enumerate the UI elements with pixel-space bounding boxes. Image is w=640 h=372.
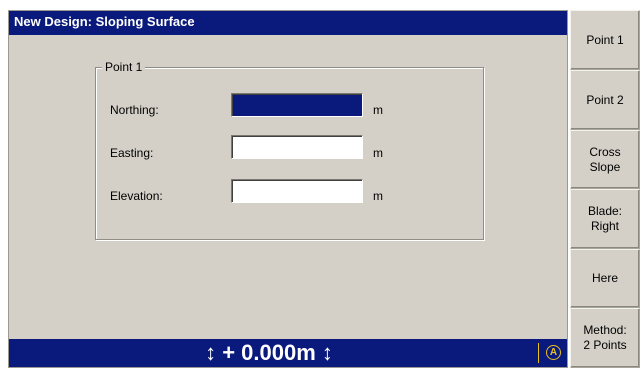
easting-input[interactable] <box>231 135 363 159</box>
method-softkey[interactable]: Method: 2 Points <box>570 308 640 368</box>
elevation-label: Elevation: <box>110 189 163 203</box>
status-bar: ↕ + 0.000m ↕ A <box>9 339 567 367</box>
status-divider <box>538 343 539 363</box>
auto-mode-icon: A <box>546 345 561 360</box>
northing-unit: m <box>373 103 383 117</box>
blade-right-softkey[interactable]: Blade: Right <box>570 189 640 249</box>
point-1-softkey[interactable]: Point 1 <box>570 10 640 70</box>
easting-label: Easting: <box>110 146 154 160</box>
window-title: New Design: Sloping Surface <box>9 11 567 35</box>
elevation-input[interactable] <box>231 179 363 203</box>
cut-fill-readout: ↕ + 0.000m ↕ <box>205 340 333 365</box>
here-softkey[interactable]: Here <box>570 249 640 308</box>
group-legend: Point 1 <box>102 60 146 74</box>
cross-slope-softkey[interactable]: Cross Slope <box>570 130 640 189</box>
northing-input[interactable] <box>231 93 363 117</box>
northing-label: Northing: <box>110 103 159 117</box>
easting-unit: m <box>373 146 383 160</box>
softkey-bar: Point 1 Point 2 Cross Slope Blade: Right… <box>570 10 640 368</box>
elevation-unit: m <box>373 189 383 203</box>
point-2-softkey[interactable]: Point 2 <box>570 70 640 130</box>
design-panel: New Design: Sloping Surface Point 1 Nort… <box>8 10 568 368</box>
